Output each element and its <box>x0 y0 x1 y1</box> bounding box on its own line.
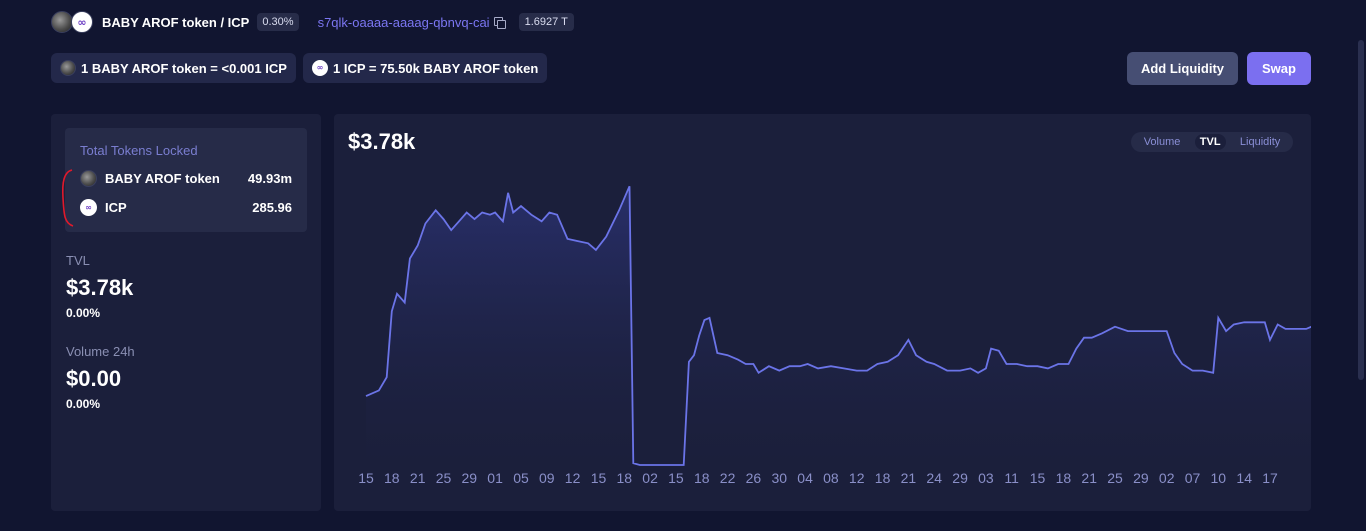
tvl-value: $3.78k <box>66 275 134 300</box>
x-tick-label: 30 <box>772 470 788 486</box>
x-tick-label: 07 <box>1185 470 1201 486</box>
x-tick-label: 18 <box>694 470 710 486</box>
x-tick-label: 04 <box>797 470 813 486</box>
copy-icon[interactable] <box>493 16 506 29</box>
volume-24h-value: $0.00 <box>66 366 122 391</box>
price-rate-baby-to-icp: 1 BABY AROF token = <0.001 ICP <box>51 53 296 83</box>
rate1-text: 1 BABY AROF token = <0.001 ICP <box>81 60 287 76</box>
swap-button[interactable]: Swap <box>1247 52 1311 85</box>
x-tick-label: 21 <box>410 470 426 486</box>
x-tick-label: 25 <box>1107 470 1123 486</box>
x-tick-label: 21 <box>1081 470 1097 486</box>
x-tick-label: 18 <box>384 470 400 486</box>
locked-token-amount: 49.93m <box>247 171 292 186</box>
locked-token-amount: 285.96 <box>252 200 292 215</box>
x-tick-label: 29 <box>1133 470 1149 486</box>
x-tick-label: 15 <box>591 470 607 486</box>
x-tick-label: 01 <box>487 470 503 486</box>
total-tokens-locked-card: Total Tokens Locked BABY AROF token 49.9… <box>65 128 307 232</box>
x-tick-label: 29 <box>952 470 968 486</box>
baby-arof-token-icon <box>60 60 76 76</box>
x-tick-label: 15 <box>1030 470 1046 486</box>
volume-24h-label: Volume 24h <box>66 344 135 359</box>
x-tick-label: 18 <box>1056 470 1072 486</box>
x-tick-label: 02 <box>642 470 658 486</box>
x-tick-label: 22 <box>720 470 736 486</box>
pair-header: ∞ BABY AROF token / ICP 0.30% s7qlk-oaaa… <box>51 10 574 34</box>
x-tick-label: 18 <box>875 470 891 486</box>
x-tick-label: 12 <box>565 470 581 486</box>
tvl-chart[interactable]: 15 18 21 25 29 01 05 09 12 15 18 02 15 18 22 26 30 04 08 12… <box>334 114 1311 511</box>
x-tick-label: 09 <box>539 470 555 486</box>
x-tick-label: 15 <box>668 470 684 486</box>
icp-icon: ∞ <box>71 11 93 33</box>
pair-icons: ∞ <box>51 11 95 33</box>
x-tick-label: 25 <box>436 470 452 486</box>
locked-row-icp: ∞ ICP 285.96 <box>80 199 292 216</box>
x-tick-label: 29 <box>462 470 478 486</box>
x-tick-label: 03 <box>978 470 994 486</box>
x-tick-label: 11 <box>1004 470 1019 486</box>
page-scrollbar[interactable] <box>1358 40 1364 380</box>
rate2-text: 1 ICP = 75.50k BABY AROF token <box>333 60 539 76</box>
tvl-label: TVL <box>66 253 90 268</box>
locked-row-baby: BABY AROF token 49.93m <box>80 170 292 187</box>
x-tick-label: 10 <box>1211 470 1227 486</box>
chart-panel: $3.78k Volume TVL Liquidity 15 18 21 25 29 01… <box>334 114 1311 511</box>
x-tick-label: 08 <box>823 470 839 486</box>
x-tick-label: 02 <box>1159 470 1175 486</box>
add-liquidity-button[interactable]: Add Liquidity <box>1127 52 1238 85</box>
x-tick-label: 17 <box>1262 470 1278 486</box>
x-tick-label: 15 <box>358 470 374 486</box>
pair-title: BABY AROF token / ICP <box>102 14 250 30</box>
x-tick-label: 24 <box>926 470 942 486</box>
red-annotation-bracket <box>61 169 74 227</box>
locked-token-name: BABY AROF token <box>105 171 220 186</box>
x-tick-label: 21 <box>901 470 917 486</box>
tvl-area-fill <box>366 186 1311 465</box>
baby-arof-token-icon <box>80 170 97 187</box>
x-tick-label: 14 <box>1236 470 1252 486</box>
total-tokens-locked-title: Total Tokens Locked <box>80 143 198 158</box>
cycles-badge: 1.6927 T <box>518 13 574 31</box>
price-rate-icp-to-baby: ∞ 1 ICP = 75.50k BABY AROF token <box>303 53 548 83</box>
baby-arof-token-icon <box>51 11 73 33</box>
x-tick-label: 12 <box>849 470 865 486</box>
x-tick-label: 18 <box>617 470 633 486</box>
icp-icon: ∞ <box>80 199 97 216</box>
x-tick-label: 26 <box>746 470 762 486</box>
locked-token-name: ICP <box>105 200 127 215</box>
pool-stats-panel: Total Tokens Locked BABY AROF token 49.9… <box>51 114 321 511</box>
x-tick-label: 05 <box>513 470 529 486</box>
tvl-change: 0.00% <box>66 306 101 320</box>
icp-icon: ∞ <box>312 60 328 76</box>
fee-badge: 0.30% <box>257 13 299 31</box>
volume-24h-change: 0.00% <box>66 397 101 411</box>
canister-id-link[interactable]: s7qlk-oaaaa-aaaag-qbnvq-cai <box>318 15 490 30</box>
